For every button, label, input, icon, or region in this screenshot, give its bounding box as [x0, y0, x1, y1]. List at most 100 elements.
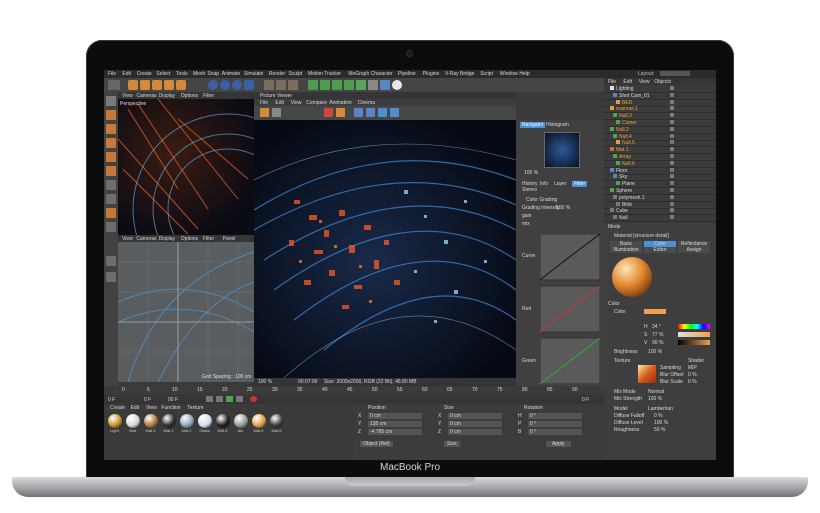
coordinate-system-icon[interactable]	[244, 80, 254, 90]
snap-icon[interactable]	[106, 208, 116, 218]
play-backward-icon[interactable]	[216, 396, 223, 402]
visibility-dot-icon[interactable]	[670, 167, 674, 172]
mix-mode-value[interactable]: Normal	[648, 389, 664, 395]
edges-mode-icon[interactable]	[106, 152, 116, 162]
tweak-mode-icon[interactable]	[106, 194, 116, 204]
material-tab-function[interactable]: Function	[161, 405, 180, 411]
menu-select[interactable]: Select	[156, 71, 170, 77]
menu-sculpt[interactable]: Sculpt	[288, 71, 302, 77]
material-item[interactable]: Mat.4	[214, 414, 231, 433]
rotate-icon[interactable]	[152, 80, 162, 90]
material-tab-view[interactable]: View	[146, 405, 157, 411]
material-item[interactable]: Mat	[124, 414, 141, 433]
grading-intensity-value[interactable]: 100 %	[556, 205, 570, 211]
bottom-viewport[interactable]: Grid Spacing : 100 cm	[118, 242, 254, 382]
array-icon[interactable]	[344, 80, 354, 90]
timeline-end-field[interactable]: 0 F	[582, 397, 589, 403]
camera-object-icon[interactable]	[380, 80, 390, 90]
split-view-icon[interactable]	[390, 108, 399, 117]
subtab-layer[interactable]: Layer	[554, 181, 567, 187]
environment-icon[interactable]	[368, 80, 378, 90]
menu-help[interactable]: Help	[519, 71, 529, 77]
hue-slider[interactable]	[678, 324, 710, 329]
menu-mesh[interactable]: Mesh	[193, 71, 205, 77]
workplane-icon[interactable]	[106, 222, 116, 232]
object-row[interactable]: Null	[604, 214, 716, 223]
menu-snap[interactable]: Snap	[207, 71, 219, 77]
z-axis-icon[interactable]	[232, 80, 242, 90]
blur-offset-value[interactable]: 0 %	[688, 372, 697, 378]
material-item[interactable]: Alu	[232, 414, 249, 433]
menu-edit[interactable]: Edit	[122, 71, 131, 77]
curve-editors[interactable]	[540, 234, 600, 384]
visibility-dot-icon[interactable]	[670, 92, 674, 97]
material-tab-create[interactable]: Create	[110, 405, 125, 411]
menu-animate[interactable]: Animate	[222, 71, 240, 77]
y-axis-icon[interactable]	[220, 80, 230, 90]
size-mode-select[interactable]: Size	[444, 441, 460, 447]
menu-plugins[interactable]: Plugins	[423, 71, 439, 77]
scale-icon[interactable]	[140, 80, 150, 90]
timeline[interactable]: 0 5 10 15 20 25 30 35 40 45 50 55 60 65 70 75 80 85 90	[104, 386, 604, 395]
color-swatch[interactable]	[644, 309, 666, 314]
menu-simulate[interactable]: Simulate	[244, 71, 263, 77]
render-view-icon[interactable]	[264, 80, 274, 90]
visibility-dot-icon[interactable]	[670, 140, 674, 145]
menu-character[interactable]: Character	[371, 71, 393, 77]
coordinate-mode-select[interactable]: Object (Rel)	[360, 441, 393, 447]
render-picture-viewer-icon[interactable]	[276, 80, 286, 90]
play-icon[interactable]	[226, 396, 233, 402]
subtab-info[interactable]: Info	[540, 181, 548, 187]
record-icon[interactable]	[250, 396, 257, 402]
v-value[interactable]: 90 %	[652, 340, 663, 346]
material-item[interactable]: Mat.6	[268, 414, 285, 433]
material-item[interactable]: Mat.2	[178, 414, 195, 433]
current-frame[interactable]: 0 F	[108, 397, 115, 403]
visibility-dot-icon[interactable]	[670, 174, 674, 179]
go-to-start-icon[interactable]	[206, 396, 213, 402]
visibility-dot-icon[interactable]	[670, 120, 674, 124]
visibility-dot-icon[interactable]	[670, 99, 674, 104]
nurbs-icon[interactable]	[332, 80, 342, 90]
sampling-value[interactable]: MIP	[688, 365, 697, 371]
compare-icon[interactable]	[366, 108, 375, 117]
subtab-filter[interactable]: Filter	[572, 181, 588, 187]
go-to-end-icon[interactable]	[236, 396, 243, 402]
stop-render-icon[interactable]	[324, 108, 333, 117]
apply-button[interactable]: Apply	[546, 441, 571, 447]
model-mode-icon[interactable]	[106, 110, 116, 120]
menu-pipeline[interactable]: Pipeline	[398, 71, 416, 77]
live-select-icon[interactable]	[176, 80, 186, 90]
visibility-dot-icon[interactable]	[670, 188, 674, 192]
x-axis-icon[interactable]	[208, 80, 218, 90]
texture-shader-button[interactable]: Shader	[688, 358, 704, 364]
coordinate-field[interactable]: 0 cm	[448, 421, 502, 427]
menu-v-ray-bridge[interactable]: V-Ray Bridge	[445, 71, 474, 77]
move-icon[interactable]	[128, 80, 138, 90]
coordinate-field[interactable]: 0 cm	[368, 413, 422, 419]
coordinate-field[interactable]: 135 cm	[368, 421, 422, 427]
make-editable-icon[interactable]	[106, 96, 116, 106]
undo-icon[interactable]	[108, 80, 120, 90]
attribute-tab-illumination[interactable]: Illumination	[610, 247, 642, 253]
menu-tools[interactable]: Tools	[176, 71, 188, 77]
menu-create[interactable]: Create	[137, 71, 152, 77]
coordinate-field[interactable]: 0 cm	[448, 413, 502, 419]
diffuse-level-value[interactable]: 100 %	[654, 420, 668, 426]
menu-motion-tracker[interactable]: Motion Tracker	[308, 71, 341, 77]
axis-mode-icon[interactable]	[106, 180, 116, 190]
visibility-dot-icon[interactable]	[670, 113, 674, 118]
attribute-tab-editor[interactable]: Editor	[644, 247, 676, 253]
lock-icon[interactable]	[106, 256, 116, 266]
coordinate-field[interactable]: 0 °	[528, 421, 582, 427]
texture-mode-icon[interactable]	[106, 124, 116, 134]
saturation-slider[interactable]	[678, 332, 710, 337]
value-slider[interactable]	[678, 340, 710, 345]
cube-icon[interactable]	[308, 80, 318, 90]
layout-select[interactable]	[660, 71, 690, 76]
top-viewport[interactable]: Perspective	[118, 99, 254, 235]
material-item[interactable]: Mat.1	[160, 414, 177, 433]
region-icon[interactable]	[354, 108, 363, 117]
visibility-dot-icon[interactable]	[670, 160, 674, 165]
visibility-dot-icon[interactable]	[670, 147, 674, 152]
